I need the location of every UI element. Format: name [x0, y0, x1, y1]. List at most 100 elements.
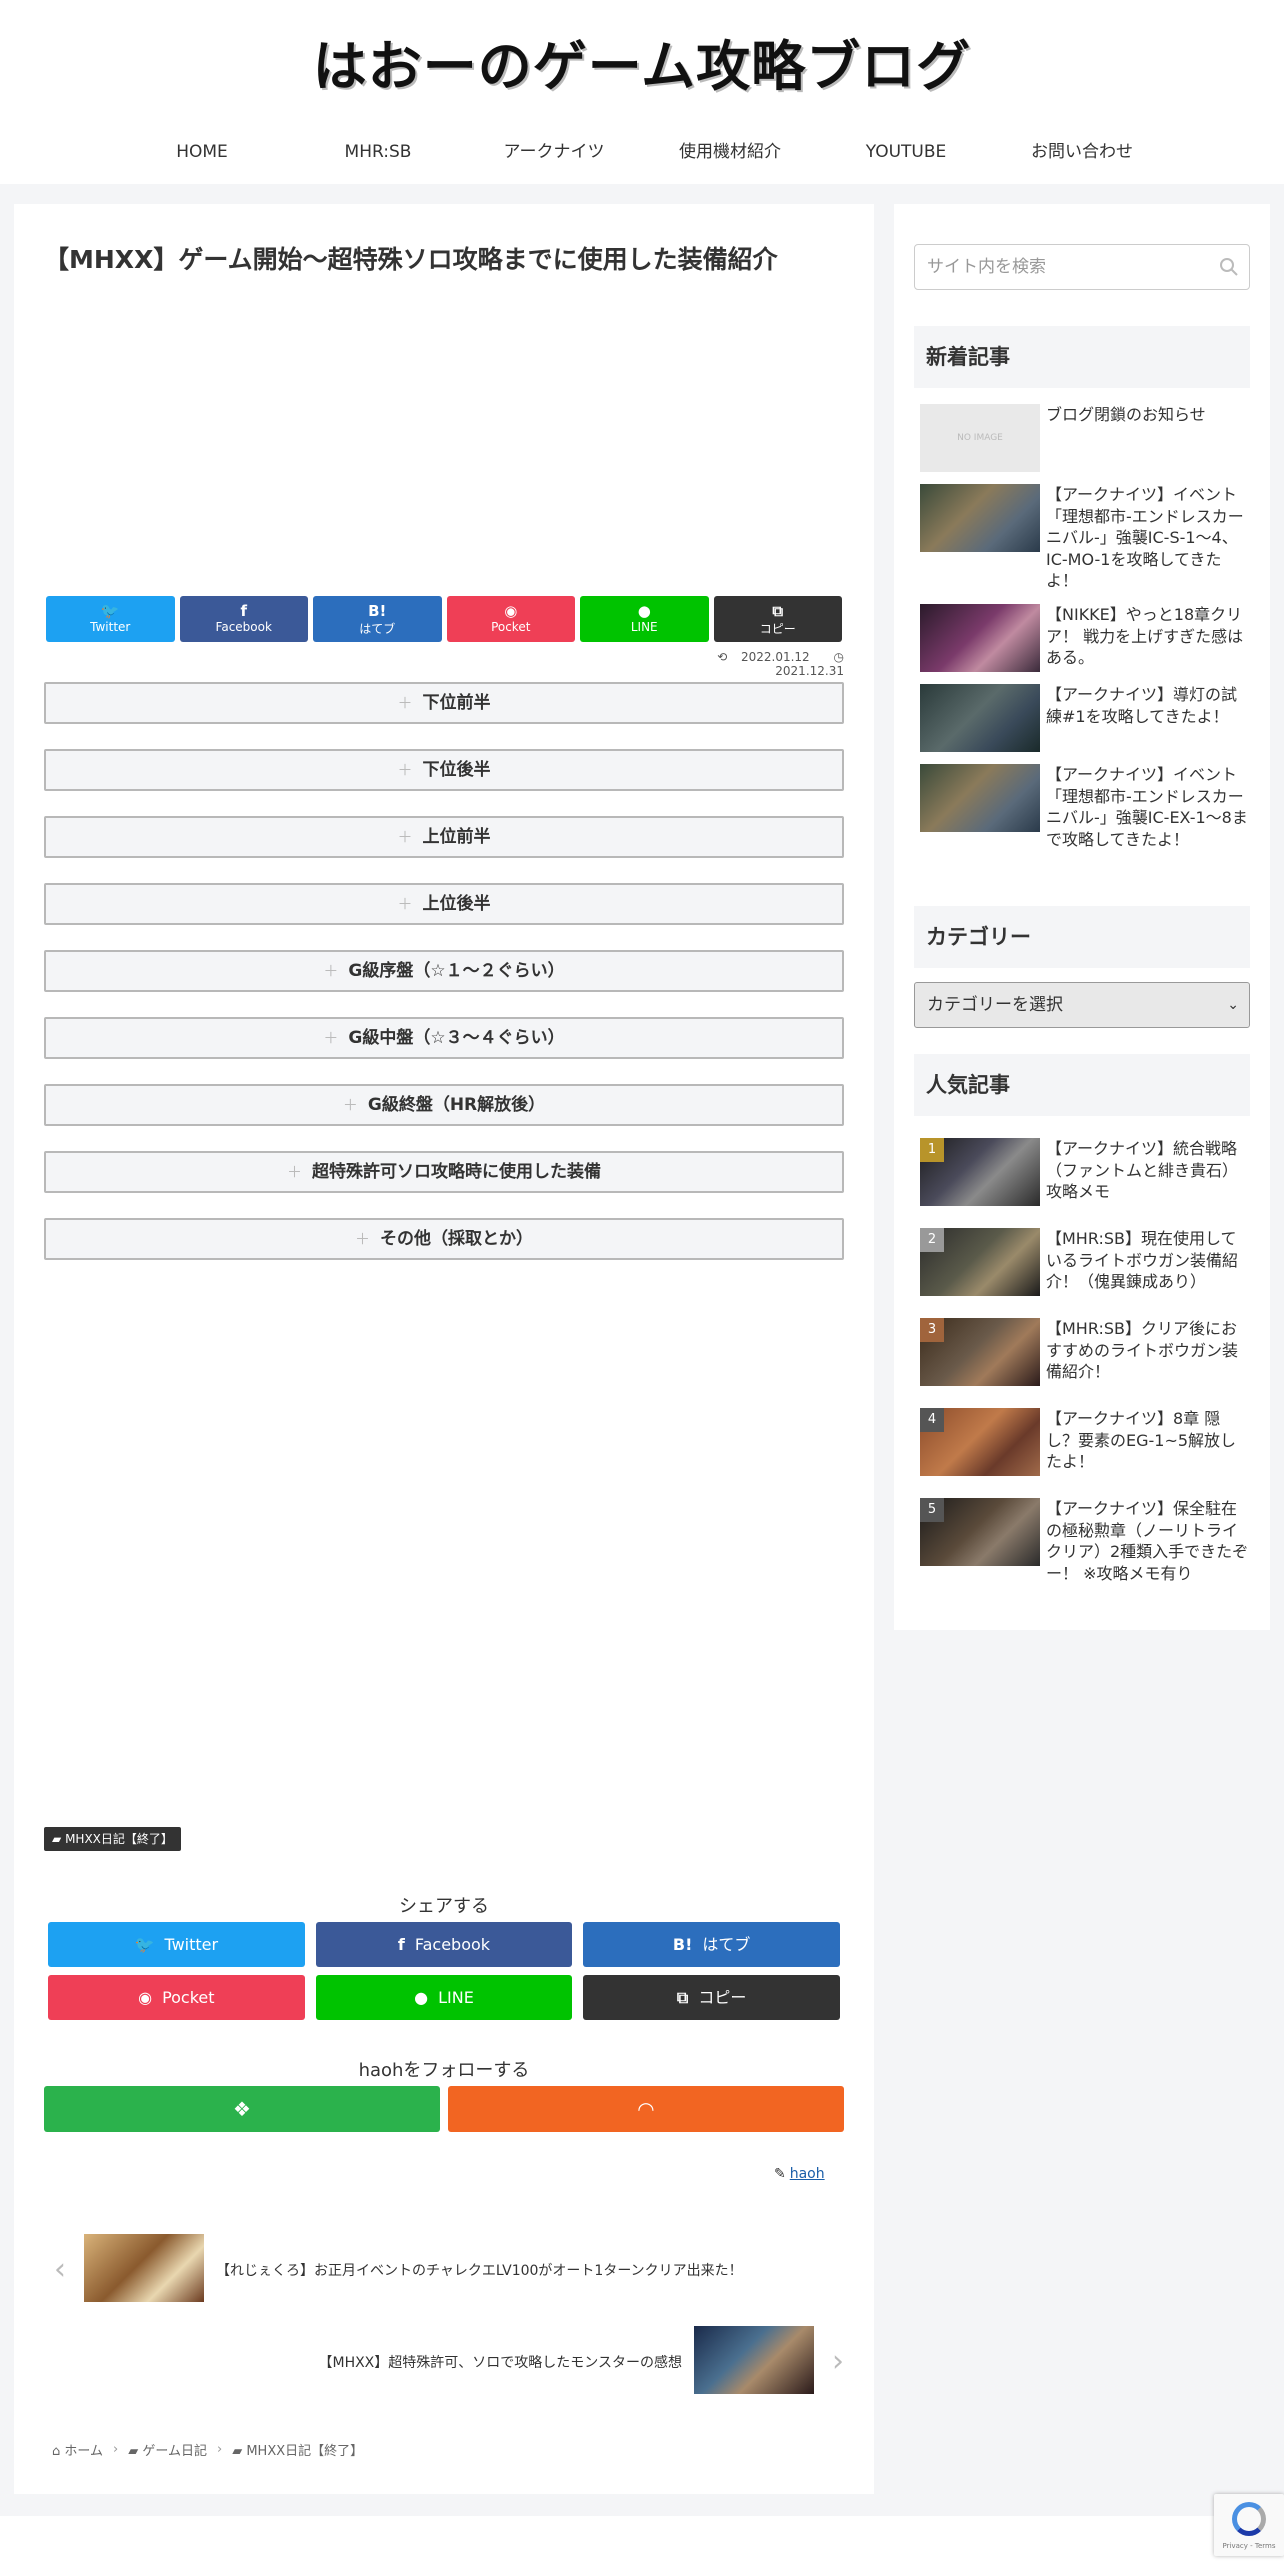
accordion-list: ＋ 下位前半 ＋ 下位後半 ＋ 上位前半 ＋ 上位後半 ＋ G級序盤（☆１～２ぐらい） ＋… — [44, 682, 844, 1285]
search-input[interactable] — [927, 245, 1207, 289]
plus-icon: ＋ — [342, 1096, 358, 1114]
nav-item-home[interactable]: HOME — [114, 130, 290, 174]
site-header: はおーのゲーム攻略ブログ HOME MHR:SB アークナイツ 使用機材紹介 Y… — [0, 0, 1284, 184]
next-post-link[interactable]: 【MHXX】超特殊許可、ソロで攻略したモンスターの感想 › — [54, 2326, 844, 2396]
popular-article-item[interactable]: 4 【アークナイツ】8章 隠し？要素のEG-1~5解放したよ！ — [920, 1408, 1250, 1476]
author-link[interactable]: ✎ haoh — [774, 2166, 825, 2182]
share-line-button[interactable]: ● LINE — [315, 1975, 573, 2020]
rss-icon: ◠ — [638, 2097, 654, 2121]
breadcrumb-category[interactable]: ▰ ゲーム日記 — [128, 2440, 207, 2459]
popular-article-item[interactable]: 3 【MHR:SB】クリア後におすすめのライトボウガン装備紹介！ — [920, 1318, 1250, 1386]
chevron-right-icon: › — [217, 2442, 223, 2457]
category-tag-label: MHXX日記【終了】 — [65, 1832, 173, 1846]
recaptcha-badge[interactable]: Privacy - Terms — [1214, 2494, 1284, 2556]
article-thumbnail — [920, 603, 1040, 672]
share-facebook-button[interactable]: f Facebook — [179, 596, 308, 642]
search-icon[interactable] — [1219, 257, 1239, 277]
line-icon: ● — [414, 1988, 429, 2007]
breadcrumb-home[interactable]: ⌂ ホーム — [52, 2440, 103, 2459]
share-pocket-button[interactable]: ◉ Pocket — [446, 596, 575, 642]
accordion-label: 上位後半 — [422, 894, 491, 914]
clock-icon: ◷ — [833, 650, 844, 664]
no-image-label: NO IMAGE — [957, 433, 1003, 443]
accordion-toggle[interactable]: ＋ 下位後半 — [44, 749, 844, 791]
recaptcha-icon — [1232, 2502, 1266, 2536]
chevron-down-icon: ⌄ — [1227, 997, 1239, 1013]
popular-article-item[interactable]: 2 【MHR:SB】現在使用しているライトボウガン装備紹介！（傀異錬成あり） — [920, 1228, 1250, 1296]
popular-article-item[interactable]: 1 【アークナイツ】統合戦略（ファントムと緋き貴石）攻略メモ — [920, 1138, 1250, 1206]
breadcrumb-label: MHXX日記【終了】 — [246, 2444, 364, 2459]
chevron-left-icon: ‹ — [54, 2252, 66, 2287]
chevron-right-icon: › — [832, 2344, 844, 2379]
share-twitter-button[interactable]: 🐦 Twitter — [46, 596, 175, 642]
pencil-icon: ✎ — [774, 2166, 786, 2182]
hatena-icon: B! — [368, 602, 387, 620]
new-article-item[interactable]: 【NIKKE】やっと18章クリア！ 戦力を上げすぎた感はある。 — [920, 603, 1250, 672]
article-thumbnail — [920, 484, 1040, 552]
article-title: 【アークナイツ】8章 隠し？要素のEG-1~5解放したよ！ — [1046, 1409, 1237, 1472]
category-tag[interactable]: ▰ MHXX日記【終了】 — [44, 1827, 181, 1851]
accordion-label: G級中盤（☆３～４ぐらい） — [348, 1028, 565, 1048]
new-article-item[interactable]: 【アークナイツ】導灯の試練#1を攻略してきたよ！ — [920, 683, 1250, 752]
share-line-button[interactable]: ● LINE — [580, 596, 709, 642]
nav-item-mhrsb[interactable]: MHR:SB — [290, 130, 466, 174]
accordion-toggle[interactable]: ＋ G級終盤（HR解放後） — [44, 1084, 844, 1126]
share-pocket-button[interactable]: ◉ Pocket — [48, 1975, 305, 2020]
follow-feedly-button[interactable]: ❖ — [44, 2086, 440, 2132]
search-box — [914, 244, 1250, 290]
follow-buttons: ❖ ◠ — [44, 2086, 844, 2132]
chevron-right-icon: › — [113, 2442, 119, 2457]
accordion-toggle[interactable]: ＋ 下位前半 — [44, 682, 844, 724]
update-icon: ⟲ — [717, 650, 728, 664]
accordion-label: 超特殊許可ソロ攻略時に使用した装備 — [312, 1162, 601, 1182]
twitter-icon: 🐦 — [100, 602, 120, 620]
category-heading: カテゴリー — [914, 906, 1250, 968]
plus-icon: ＋ — [397, 828, 413, 846]
accordion-toggle[interactable]: ＋ 超特殊許可ソロ攻略時に使用した装備 — [44, 1151, 844, 1193]
nav-item-equipment[interactable]: 使用機材紹介 — [642, 130, 818, 174]
accordion-label: その他（採取とか） — [380, 1229, 533, 1249]
sidebar: 新着記事 NO IMAGE ブログ閉鎖のお知らせ 【アークナイツ】イベント「理想… — [894, 204, 1270, 1630]
share-label: Twitter — [90, 620, 131, 634]
home-icon: ⌂ — [52, 2444, 61, 2459]
pocket-icon: ◉ — [138, 1988, 153, 2007]
popular-article-item[interactable]: 5 【アークナイツ】保全駐在の極秘勲章（ノーリトライクリア）2種類入手できたぞー… — [920, 1498, 1250, 1584]
category-select[interactable]: カテゴリーを選択 ⌄ — [914, 982, 1250, 1028]
breadcrumb-label: ゲーム日記 — [142, 2444, 207, 2459]
pocket-icon: ◉ — [504, 602, 518, 620]
article-thumbnail: 5 — [920, 1498, 1040, 1566]
new-article-item[interactable]: 【アークナイツ】イベント「理想都市-エンドレスカーニバル-」強襲IC-S-1～4… — [920, 484, 1250, 592]
popular-articles-list: 1 【アークナイツ】統合戦略（ファントムと緋き貴石）攻略メモ 2 【MHR:SB… — [920, 1138, 1250, 1606]
share-label: コピー — [759, 622, 796, 636]
top-share-buttons: 🐦 Twitter f Facebook B! はてブ ◉ Pocket ● LINE ⧉… — [46, 596, 842, 642]
facebook-icon: f — [397, 1935, 405, 1954]
follow-rss-button[interactable]: ◠ — [448, 2086, 844, 2132]
share-facebook-button[interactable]: f Facebook — [315, 1922, 573, 1967]
share-label: Facebook — [414, 1935, 491, 1954]
share-label: Twitter — [164, 1935, 219, 1954]
recaptcha-terms: Privacy - Terms — [1222, 2542, 1276, 2550]
accordion-toggle[interactable]: ＋ 上位前半 — [44, 816, 844, 858]
accordion-toggle[interactable]: ＋ G級序盤（☆１～２ぐらい） — [44, 950, 844, 992]
share-hatena-button[interactable]: B! はてブ — [583, 1922, 840, 1967]
share-copy-button[interactable]: ⧉ コピー — [583, 1975, 840, 2020]
share-twitter-button[interactable]: 🐦 Twitter — [48, 1922, 305, 1967]
post-dates: ⟲ 2022.01.12 ◷ 2021.12.31 — [634, 650, 844, 678]
new-article-item[interactable]: 【アークナイツ】イベント「理想都市-エンドレスカーニバル-」強襲IC-EX-1～… — [920, 763, 1250, 850]
article-title: 【アークナイツ】イベント「理想都市-エンドレスカーニバル-」強襲IC-S-1～4… — [1046, 485, 1244, 591]
article-title: 【NIKKE】やっと18章クリア！ 戦力を上げすぎた感はある。 — [1046, 604, 1244, 668]
nav-item-arknights[interactable]: アークナイツ — [466, 130, 642, 174]
nav-item-contact[interactable]: お問い合わせ — [994, 130, 1170, 174]
share-hatena-button[interactable]: B! はてブ — [313, 596, 442, 642]
prev-post-link[interactable]: ‹ 【れじぇくろ】お正月イベントのチャレクエLV100がオート1ターンクリア出来… — [54, 2234, 844, 2304]
new-article-item[interactable]: NO IMAGE ブログ閉鎖のお知らせ — [920, 404, 1250, 472]
twitter-icon: 🐦 — [134, 1935, 155, 1954]
next-post-thumbnail — [694, 2326, 814, 2394]
share-copy-button[interactable]: ⧉ コピー — [713, 596, 842, 642]
site-logo[interactable]: はおーのゲーム攻略ブログ — [0, 22, 1284, 101]
nav-item-youtube[interactable]: YOUTUBE — [818, 130, 994, 174]
breadcrumb-subcategory[interactable]: ▰ MHXX日記【終了】 — [232, 2440, 363, 2459]
accordion-toggle[interactable]: ＋ その他（採取とか） — [44, 1218, 844, 1260]
accordion-toggle[interactable]: ＋ 上位後半 — [44, 883, 844, 925]
accordion-toggle[interactable]: ＋ G級中盤（☆３～４ぐらい） — [44, 1017, 844, 1059]
